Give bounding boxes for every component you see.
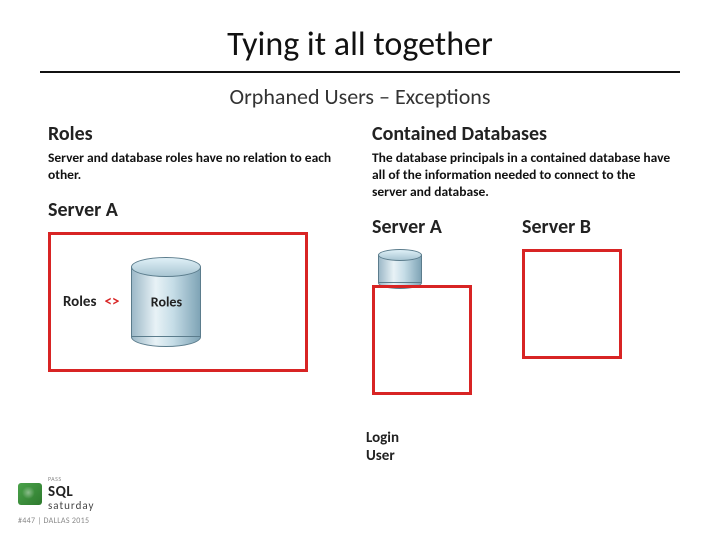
right-servers-row: Server A Server B xyxy=(372,215,672,395)
db-roles-label: Roles xyxy=(151,293,182,310)
left-server-box: Roles <> Roles xyxy=(48,232,308,372)
sql-saturday-logo: PASS SQL saturday xyxy=(18,475,94,512)
roles-not-equal-group: Roles <> xyxy=(63,293,119,311)
title-divider xyxy=(40,71,680,73)
slide-subtitle: Orphaned Users – Exceptions xyxy=(40,83,680,110)
right-description: The database principals in a contained d… xyxy=(372,150,672,201)
right-column: Contained Databases The database princip… xyxy=(372,122,672,465)
logo-text: PASS SQL saturday xyxy=(48,475,94,512)
footer: PASS SQL saturday #447 | DALLAS 2015 xyxy=(18,475,94,526)
server-a-box xyxy=(372,285,472,395)
logo-saturday: saturday xyxy=(48,499,94,512)
server-b-box xyxy=(522,249,622,359)
event-tag: #447 | DALLAS 2015 xyxy=(18,516,94,526)
slide-body: Roles Server and database roles have no … xyxy=(40,122,680,465)
left-heading: Roles xyxy=(48,122,348,146)
left-description: Server and database roles have no relati… xyxy=(48,150,348,184)
roles-label: Roles xyxy=(63,293,96,311)
slide-title: Tying it all together xyxy=(40,24,680,71)
server-b-label: Server B xyxy=(522,215,622,239)
contained-db-cylinder-icon xyxy=(378,249,422,289)
database-cylinder-icon: Roles xyxy=(131,257,201,347)
server-b-group: Server B xyxy=(522,215,622,359)
logo-mark-icon xyxy=(18,483,42,505)
login-text: Login xyxy=(366,429,672,447)
server-a-label: Server A xyxy=(372,215,472,239)
left-column: Roles Server and database roles have no … xyxy=(48,122,348,465)
left-server-label: Server A xyxy=(48,198,348,222)
logo-pass: PASS xyxy=(48,475,94,483)
login-user-label: Login User xyxy=(366,429,672,465)
slide: Tying it all together Orphaned Users – E… xyxy=(0,0,720,465)
not-equal-operator: <> xyxy=(104,293,119,311)
user-text: User xyxy=(366,447,672,465)
right-heading: Contained Databases xyxy=(372,122,672,146)
server-a-group: Server A xyxy=(372,215,472,395)
